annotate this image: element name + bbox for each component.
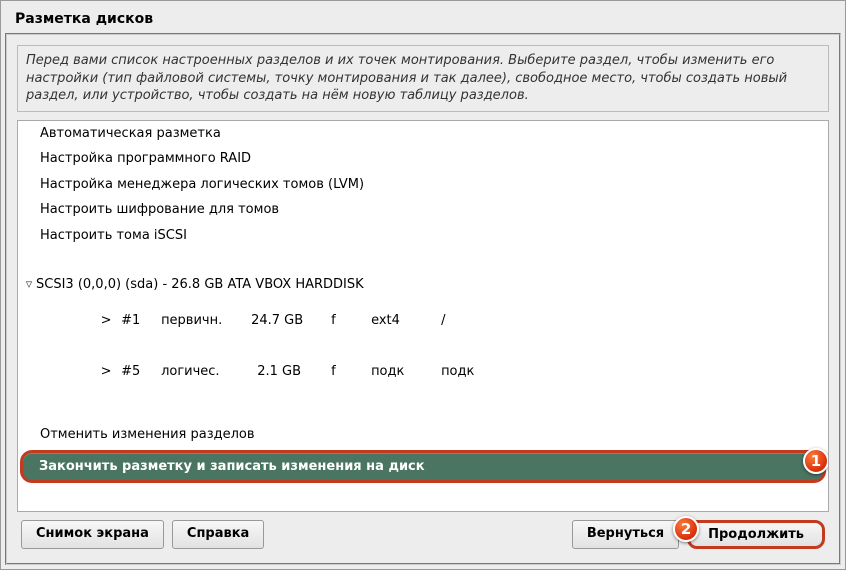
partition-flag: f: [331, 364, 371, 379]
partition-flag: f: [331, 313, 371, 328]
installer-window: Разметка дисков Перед вами список настро…: [0, 0, 846, 570]
help-button[interactable]: Справка: [172, 520, 264, 549]
callout-badge-1: 1: [803, 448, 829, 474]
spacer: [272, 520, 563, 549]
partition-type: первичн.: [161, 313, 251, 328]
disk-row[interactable]: ▿ SCSI3 (0,0,0) (sda) - 26.8 GB ATA VBOX…: [18, 274, 828, 295]
callout-badge-2: 2: [673, 516, 699, 542]
content-frame: Перед вами список настроенных разделов и…: [5, 33, 841, 565]
partition-size: 24.7 GB: [251, 313, 331, 328]
spacer: [18, 248, 828, 274]
continue-wrap: 2 Продолжить: [687, 520, 825, 549]
menu-iscsi[interactable]: Настроить тома iSCSI: [18, 223, 828, 249]
partition-num: #1: [121, 313, 161, 328]
partition-arrow: >: [91, 364, 121, 379]
screenshot-button[interactable]: Снимок экрана: [21, 520, 164, 549]
button-bar: Снимок экрана Справка Вернуться 2 Продол…: [17, 512, 829, 555]
menu-undo[interactable]: Отменить изменения разделов: [18, 422, 828, 448]
continue-button[interactable]: Продолжить: [687, 520, 825, 549]
partition-mount: подк: [441, 364, 501, 379]
menu-raid[interactable]: Настройка программного RAID: [18, 146, 828, 172]
spacer: [18, 397, 828, 423]
description-text: Перед вами список настроенных разделов и…: [17, 45, 829, 112]
partition-num: #5: [121, 364, 161, 379]
partition-size: 2.1 GB: [251, 364, 331, 379]
partition-arrow: >: [91, 313, 121, 328]
partition-list: Автоматическая разметка Настройка програ…: [17, 120, 829, 512]
back-button[interactable]: Вернуться: [572, 520, 679, 549]
disk-label: SCSI3 (0,0,0) (sda) - 26.8 GB ATA VBOX H…: [36, 277, 364, 292]
menu-crypt[interactable]: Настроить шифрование для томов: [18, 197, 828, 223]
partition-fs: ext4: [371, 313, 441, 328]
partition-row[interactable]: >#5логичес.2.1 GBfподкподк: [18, 346, 828, 397]
menu-guided[interactable]: Автоматическая разметка: [18, 121, 828, 147]
partition-type: логичес.: [161, 364, 251, 379]
menu-lvm[interactable]: Настройка менеджера логических томов (LV…: [18, 172, 828, 198]
menu-finish-wrap: Закончить разметку и записать изменения …: [20, 450, 826, 483]
menu-finish[interactable]: Закончить разметку и записать изменения …: [20, 450, 826, 483]
partition-fs: подк: [371, 364, 441, 379]
expand-toggle-icon[interactable]: ▿: [22, 277, 36, 292]
partition-mount: /: [441, 313, 501, 328]
page-title: Разметка дисков: [15, 11, 841, 27]
partition-row[interactable]: >#1первичн.24.7 GBfext4/: [18, 295, 828, 346]
